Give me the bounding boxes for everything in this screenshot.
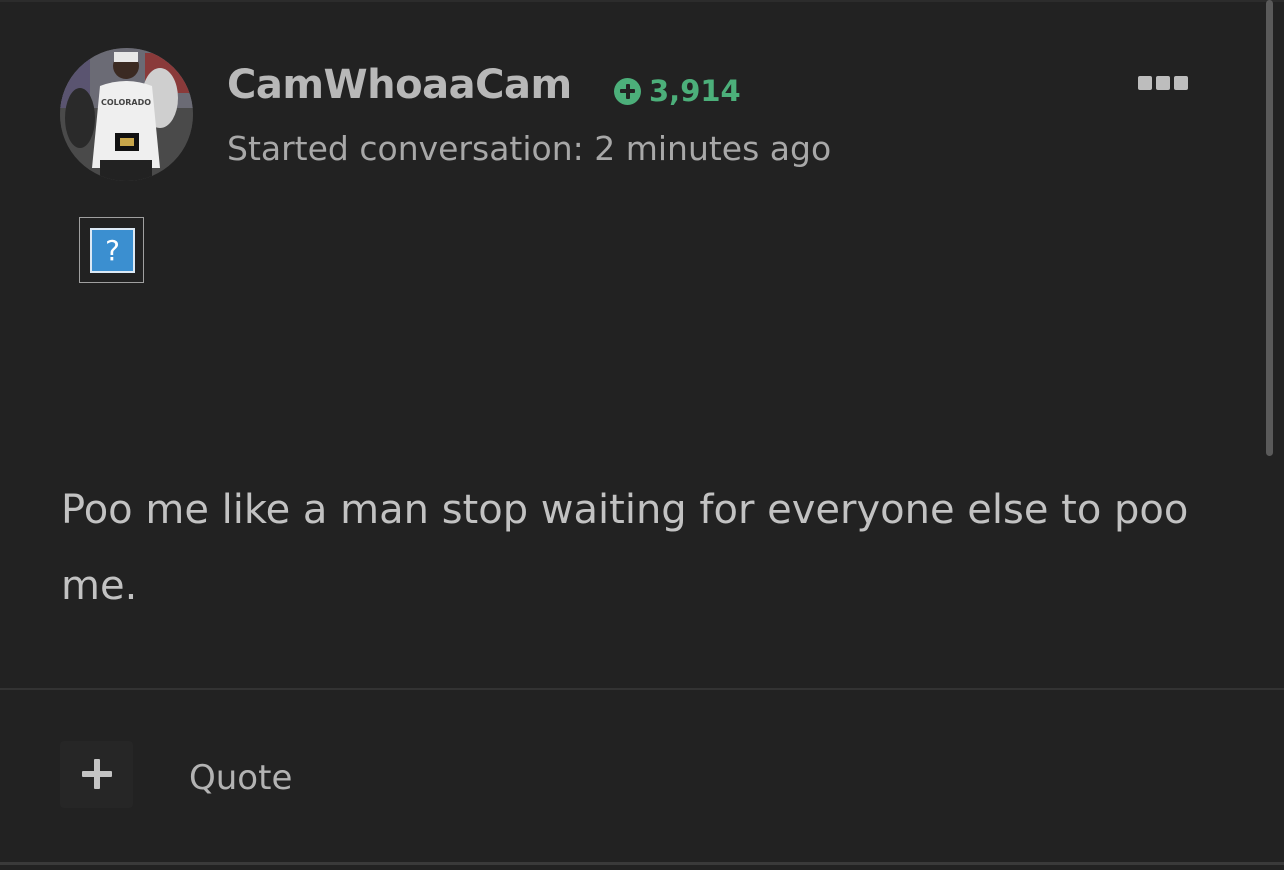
top-divider	[0, 0, 1284, 2]
menu-dot	[1138, 76, 1152, 90]
username[interactable]: CamWhoaaCam	[227, 57, 572, 113]
plus-circle-icon	[614, 77, 641, 105]
reputation-badge: 3,914	[614, 73, 741, 109]
avatar-shirt-text: COLORADO	[101, 98, 151, 107]
ellipsis-icon[interactable]	[1138, 74, 1190, 92]
post-meta: Started conversation: 2 minutes ago	[227, 129, 832, 168]
question-mark-icon: ?	[90, 228, 135, 273]
reputation-count: 3,914	[649, 74, 741, 108]
post-divider	[0, 688, 1284, 690]
menu-dot	[1174, 76, 1188, 90]
forum-post: COLORADO CamWhoaaCam 3,914 Started conve…	[0, 0, 1284, 870]
broken-image[interactable]: ?	[79, 217, 144, 283]
plus-icon[interactable]	[60, 741, 133, 808]
quote-button[interactable]: Quote	[189, 756, 292, 800]
menu-dot	[1156, 76, 1170, 90]
bottom-divider	[0, 862, 1284, 865]
post-body: Poo me like a man stop waiting for every…	[61, 487, 1189, 609]
avatar[interactable]: COLORADO	[60, 48, 193, 181]
scrollbar[interactable]	[1266, 0, 1273, 456]
avatar-image: COLORADO	[60, 48, 193, 181]
